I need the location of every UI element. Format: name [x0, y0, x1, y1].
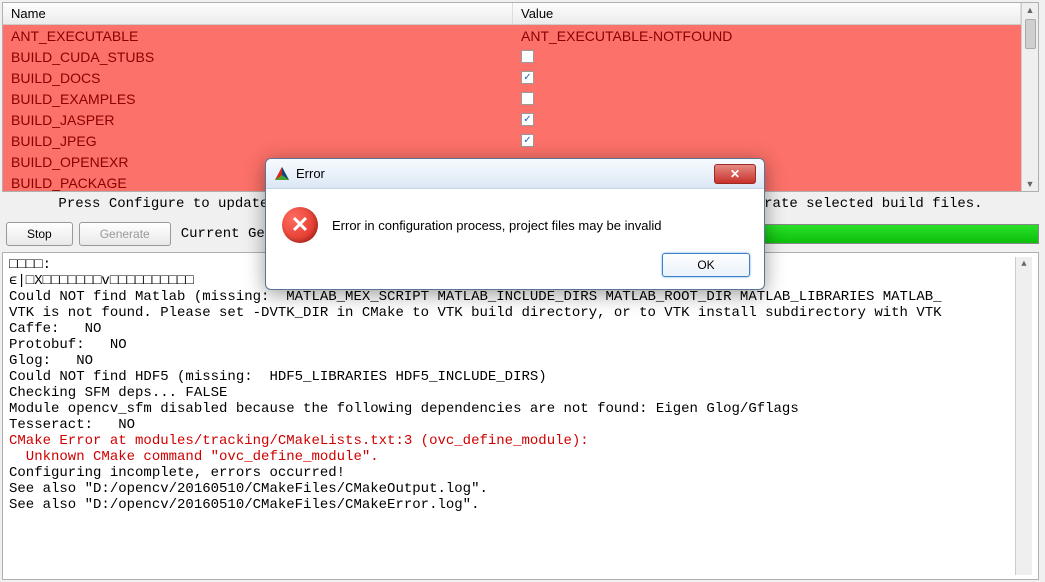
cell-name: BUILD_JASPER: [3, 112, 513, 128]
close-button[interactable]: ✕: [714, 164, 756, 184]
table-row[interactable]: ANT_EXECUTABLEANT_EXECUTABLE-NOTFOUND: [3, 25, 1021, 46]
log-line: CMake Error at modules/tracking/CMakeLis…: [9, 433, 1015, 449]
output-scrollbar[interactable]: ▲: [1015, 257, 1032, 575]
log-line: Protobuf: NO: [9, 337, 1015, 353]
log-line: Unknown CMake command "ovc_define_module…: [9, 449, 1015, 465]
cell-name: BUILD_CUDA_STUBS: [3, 49, 513, 65]
table-row[interactable]: BUILD_JASPER ✓: [3, 109, 1021, 130]
table-row[interactable]: BUILD_CUDA_STUBS: [3, 46, 1021, 67]
cell-value[interactable]: [513, 50, 1021, 63]
log-line: VTK is not found. Please set -DVTK_DIR i…: [9, 305, 1015, 321]
cmake-icon: [274, 166, 290, 182]
error-dialog: Error ✕ ✕ Error in configuration process…: [265, 158, 765, 290]
checkbox[interactable]: ✓: [521, 113, 534, 126]
cell-value[interactable]: ✓: [513, 134, 1021, 147]
cell-value[interactable]: ANT_EXECUTABLE-NOTFOUND: [513, 28, 1021, 44]
cell-name: BUILD_DOCS: [3, 70, 513, 86]
cell-name: ANT_EXECUTABLE: [3, 28, 513, 44]
log-line: Caffe: NO: [9, 321, 1015, 337]
table-header-row: Name Value: [3, 3, 1021, 25]
stop-button[interactable]: Stop: [6, 222, 73, 246]
output-log[interactable]: □□□□:ϵ|□X□□□□□□□v□□□□□□□□□□Could NOT fin…: [2, 252, 1039, 580]
table-row[interactable]: BUILD_DOCS ✓: [3, 67, 1021, 88]
log-line: Configuring incomplete, errors occurred!: [9, 465, 1015, 481]
checkbox[interactable]: [521, 92, 534, 105]
table-scrollbar[interactable]: ▲ ▼: [1021, 3, 1038, 191]
checkbox[interactable]: ✓: [521, 134, 534, 147]
ok-button[interactable]: OK: [662, 253, 750, 277]
cell-name: BUILD_EXAMPLES: [3, 91, 513, 107]
log-line: Could NOT find Matlab (missing: MATLAB_M…: [9, 289, 1015, 305]
scroll-up-icon[interactable]: ▲: [1021, 257, 1026, 271]
log-line: Module opencv_sfm disabled because the f…: [9, 401, 1015, 417]
cell-value[interactable]: ✓: [513, 113, 1021, 126]
col-header-name[interactable]: Name: [3, 3, 513, 24]
log-line: See also "D:/opencv/20160510/CMakeFiles/…: [9, 481, 1015, 497]
col-header-value[interactable]: Value: [513, 3, 1021, 24]
dialog-message: Error in configuration process, project …: [332, 218, 661, 233]
close-icon: ✕: [730, 167, 740, 181]
checkbox[interactable]: [521, 50, 534, 63]
dialog-title: Error: [296, 166, 708, 181]
table-row[interactable]: BUILD_JPEG ✓: [3, 130, 1021, 151]
log-line: See also "D:/opencv/20160510/CMakeFiles/…: [9, 497, 1015, 513]
log-line: Checking SFM deps... FALSE: [9, 385, 1015, 401]
scroll-up-icon[interactable]: ▲: [1026, 3, 1035, 17]
dialog-titlebar[interactable]: Error ✕: [266, 159, 764, 189]
scroll-thumb[interactable]: [1025, 19, 1036, 49]
log-line: Glog: NO: [9, 353, 1015, 369]
table-row[interactable]: BUILD_EXAMPLES: [3, 88, 1021, 109]
log-line: Tesseract: NO: [9, 417, 1015, 433]
cell-value[interactable]: [513, 92, 1021, 105]
cell-value[interactable]: ✓: [513, 71, 1021, 84]
log-line: Could NOT find HDF5 (missing: HDF5_LIBRA…: [9, 369, 1015, 385]
checkbox[interactable]: ✓: [521, 71, 534, 84]
scroll-down-icon[interactable]: ▼: [1026, 177, 1035, 191]
cell-name: BUILD_JPEG: [3, 133, 513, 149]
error-icon: ✕: [282, 207, 318, 243]
generate-button: Generate: [79, 222, 171, 246]
